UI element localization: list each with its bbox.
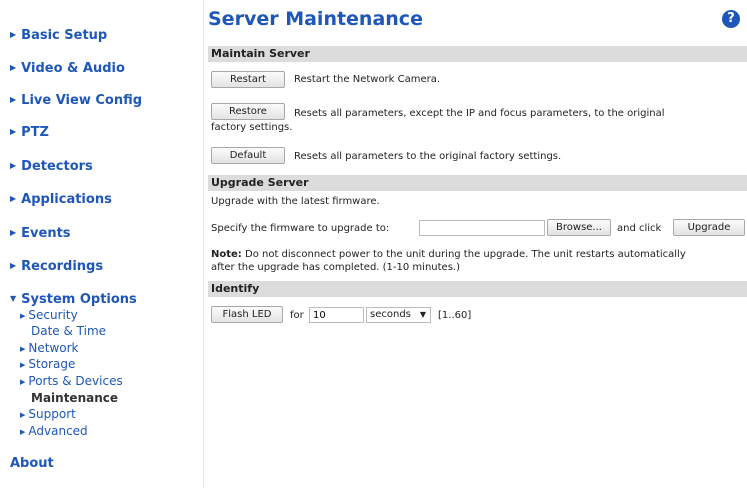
chevron-right-icon: ▶ [10,194,17,203]
section-header-upgrade: Upgrade Server [208,175,747,191]
nav-ptz[interactable]: ▶ PTZ [10,125,49,140]
section-header-identify: Identify [208,281,747,297]
restart-description: Restart the Network Camera. [294,74,441,85]
nav-label: Video & Audio [21,61,125,76]
nav-label: Recordings [21,259,104,274]
chevron-down-icon: ▼ [419,310,426,319]
subnav-label: Storage [28,357,76,371]
chevron-right-icon: ▶ [10,127,17,136]
subnav-label: Network [28,341,79,355]
firmware-label: Specify the firmware to upgrade to: [211,223,390,234]
subnav-support[interactable]: ▶ Support [20,406,76,424]
nav-detectors[interactable]: ▶ Detectors [10,159,93,174]
firmware-file-field[interactable] [419,220,545,236]
nav-label: PTZ [21,125,49,140]
chevron-right-icon: ▶ [10,63,17,72]
chevron-right-icon: ▶ [20,312,26,320]
upgrade-button[interactable]: Upgrade [673,219,745,236]
subnav-label: Support [28,407,76,421]
nav-label: System Options [21,292,137,307]
chevron-right-icon: ▶ [20,411,26,419]
browse-button[interactable]: Browse... [547,219,611,236]
duration-unit-select[interactable]: seconds ▼ [366,307,431,323]
help-icon[interactable]: ? [722,10,740,28]
duration-unit-value: seconds [370,309,411,320]
note-text: Do not disconnect power to the unit duri… [241,249,686,260]
subnav-storage[interactable]: ▶ Storage [20,356,75,374]
default-button[interactable]: Default [211,147,285,164]
subnav-advanced[interactable]: ▶ Advanced [20,423,88,441]
subnav-label: Maintenance [31,391,119,405]
for-label: for [290,310,304,321]
nav-label: Live View Config [21,93,143,108]
nav-system-options[interactable]: ▼ System Options [10,292,137,307]
subnav-ports-devices[interactable]: ▶ Ports & Devices [20,373,123,391]
and-click-label: and click [617,223,662,234]
nav-live-view-config[interactable]: ▶ Live View Config [10,93,142,108]
note-label: Note: [211,249,242,260]
chevron-right-icon: ▶ [20,361,26,369]
subnav-date-time[interactable]: Date & Time [31,323,106,339]
chevron-right-icon: ▶ [20,428,26,436]
chevron-right-icon: ▶ [20,378,26,386]
subnav-label: Security [28,308,78,322]
default-description: Resets all parameters to the original fa… [294,151,562,162]
duration-range: [1..60] [438,310,472,321]
restore-description-cont: factory settings. [211,122,293,133]
page-title: Server Maintenance [208,8,423,30]
subnav-maintenance[interactable]: Maintenance [31,390,118,406]
nav-applications[interactable]: ▶ Applications [10,192,112,207]
upgrade-intro: Upgrade with the latest firmware. [211,196,380,207]
chevron-right-icon: ▶ [10,228,17,237]
nav-events[interactable]: ▶ Events [10,226,71,241]
chevron-down-icon: ▼ [10,294,17,303]
nav-about[interactable]: About [10,456,54,471]
chevron-right-icon: ▶ [10,95,17,104]
restore-button[interactable]: Restore [211,103,285,120]
chevron-right-icon: ▶ [10,161,17,170]
nav-label: Applications [21,192,112,207]
subnav-label: Date & Time [31,324,107,338]
subnav-label: Ports & Devices [28,374,123,388]
chevron-right-icon: ▶ [10,30,17,39]
upgrade-note: Note: Do not disconnect power to the uni… [211,249,686,260]
sidebar: ▶ Basic Setup ▶ Video & Audio ▶ Live View C… [0,0,204,488]
chevron-right-icon: ▶ [10,261,17,270]
nav-recordings[interactable]: ▶ Recordings [10,259,103,274]
subnav-label: Advanced [28,424,88,438]
flash-led-button[interactable]: Flash LED [211,306,283,323]
nav-label: Basic Setup [21,28,108,43]
restart-button[interactable]: Restart [211,71,285,88]
chevron-right-icon: ▶ [20,345,26,353]
nav-video-audio[interactable]: ▶ Video & Audio [10,61,125,76]
upgrade-note-cont: after the upgrade has completed. (1-10 m… [211,262,460,273]
restore-description: Resets all parameters, except the IP and… [294,108,665,119]
nav-basic-setup[interactable]: ▶ Basic Setup [10,28,107,43]
duration-field[interactable] [309,307,364,323]
nav-label: Detectors [21,159,93,174]
nav-label: Events [21,226,71,241]
section-header-maintain: Maintain Server [208,46,747,62]
